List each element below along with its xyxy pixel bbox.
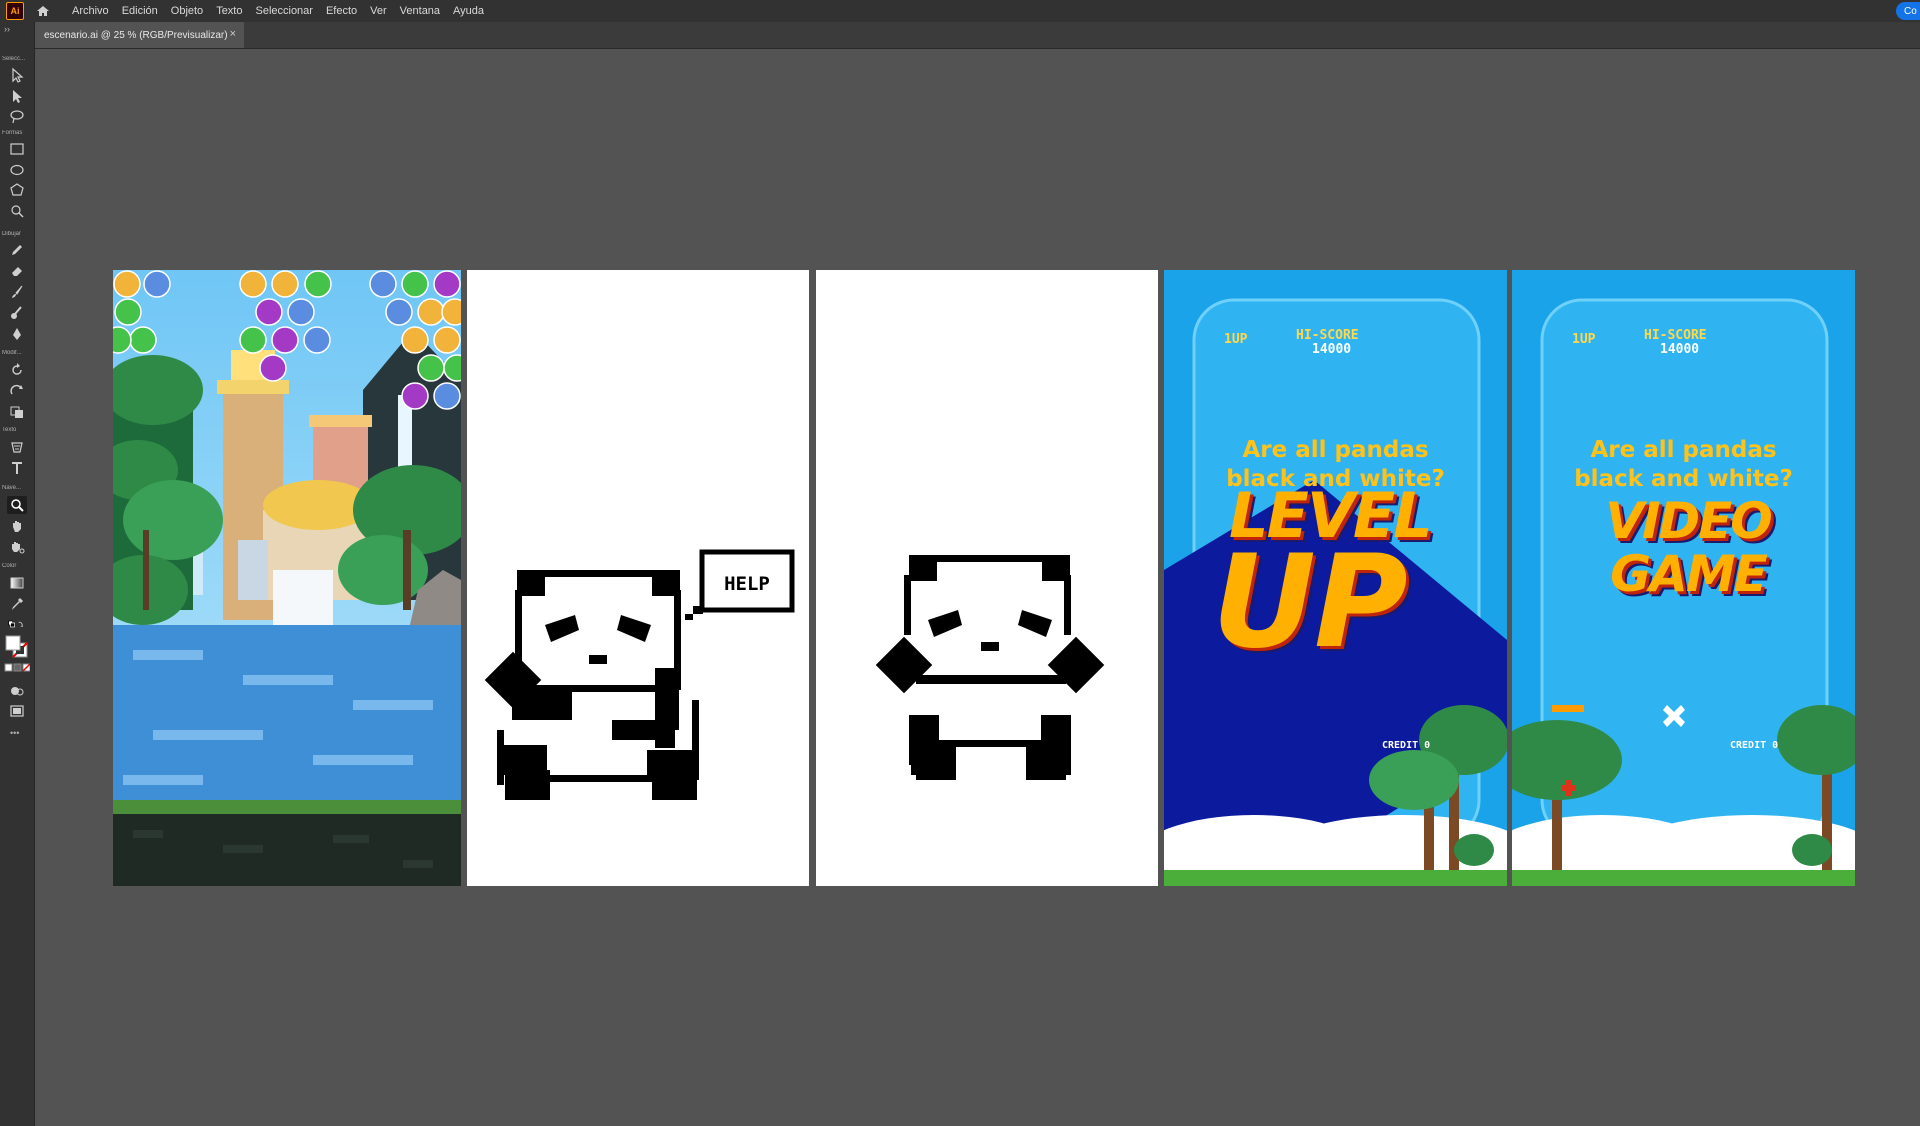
menu-edicion[interactable]: Edición [122,5,158,17]
player-label: 1UP [1572,332,1596,347]
rotate-view-tool-icon[interactable] [7,538,27,556]
ellipse-tool-icon[interactable] [7,161,27,179]
question-line-1: Are all pandas [1242,437,1429,463]
video-title: VIDEO [1605,492,1772,550]
polygon-tool-icon[interactable] [7,181,27,199]
section-label-modify: Modif... [2,350,22,356]
section-label-type: Texto [2,427,17,433]
question-line-1: Are all pandas [1590,437,1777,463]
lasso-tool-icon[interactable] [7,108,27,126]
close-icon[interactable]: × [230,28,236,40]
artboard-level-up[interactable]: 1UP HI-SCORE 14000 Are all pandas black … [1164,270,1507,886]
artboard-temple-scene[interactable] [113,270,461,886]
artboard-panda[interactable] [816,270,1158,886]
eraser-tool-icon[interactable] [7,262,27,280]
home-icon[interactable] [32,2,54,20]
shape-builder-tool-icon[interactable] [7,403,27,421]
color-mode-icons[interactable] [4,662,30,674]
panda-help-illustration: HELP [484,549,795,800]
hiscore-value: 14000 [1660,342,1700,357]
reflect-tool-icon[interactable] [7,382,27,400]
artboard-panda-help[interactable]: HELP [467,270,809,886]
document-tab-bar: escenario.ai @ 25 % (RGB/Previsualizar) … [34,22,1920,49]
pencil-tool-icon[interactable] [7,241,27,259]
menu-archivo[interactable]: Archivo [72,5,109,17]
gradient-tool-icon[interactable] [7,574,27,592]
section-label-navigate: Nave... [2,485,22,491]
panda-illustration [875,555,1105,780]
tools-panel: ›› Selecc... Formas Dibujar Modif... Tex… [0,22,35,1126]
menu-ayuda[interactable]: Ayuda [453,5,484,17]
artboard-video-game[interactable]: 1UP HI-SCORE 14000 Are all pandas black … [1512,270,1855,886]
menu-seleccionar[interactable]: Seleccionar [255,5,312,17]
selection-tool-icon[interactable] [7,66,27,84]
rotate-tool-icon[interactable] [7,361,27,379]
type-tool-icon[interactable] [7,459,27,477]
screen-mode-icon[interactable] [7,702,27,720]
eyedropper-tool-icon[interactable] [7,595,27,613]
credit-text: CREDIT 0 [1382,740,1431,751]
direct-selection-tool-icon[interactable] [7,87,27,105]
share-button[interactable]: Co [1896,2,1920,20]
temple-scene-illustration [113,270,461,886]
player-label: 1UP [1224,332,1248,347]
more-tools-icon[interactable]: ••• [10,728,40,738]
menu-objeto[interactable]: Objeto [171,5,203,17]
collapse-panel-icon[interactable]: ›› [4,24,10,34]
paintbrush-tool-icon[interactable] [7,283,27,301]
default-colors-icon[interactable] [4,618,28,632]
help-bubble-text: HELP [724,573,770,595]
menu-texto[interactable]: Texto [216,5,242,17]
pen-tool-icon[interactable] [7,325,27,343]
menu-ver[interactable]: Ver [370,5,387,17]
document-tab-title: escenario.ai @ 25 % (RGB/Previsualizar) [44,29,228,41]
document-tab[interactable]: escenario.ai @ 25 % (RGB/Previsualizar) … [34,22,244,48]
menu-efecto[interactable]: Efecto [326,5,357,17]
section-label-draw: Dibujar [2,231,22,237]
up-title: UP [1212,528,1408,677]
menu-bar: Ai Archivo Edición Objeto Texto Seleccio… [0,0,1920,22]
section-label-shapes: Formas [2,130,23,136]
draw-mode-icon[interactable] [7,682,27,700]
hand-tool-icon[interactable] [7,517,27,535]
rectangle-tool-icon[interactable] [7,140,27,158]
game-title: GAME [1610,545,1768,603]
section-label-color: Color [2,563,17,569]
hiscore-value: 14000 [1312,342,1352,357]
hiscore-label: HI-SCORE [1296,328,1359,343]
symbol-sprayer-tool-icon[interactable] [7,438,27,456]
fill-stroke-swatch[interactable] [4,634,30,660]
credit-text: CREDIT 0 [1730,740,1779,751]
question-text: Are all pandas black and white? [1512,436,1855,494]
illustrator-logo: Ai [6,2,24,20]
shaper-tool-icon[interactable] [7,202,27,220]
section-label-select: Selecc... [2,56,26,62]
menu-ventana[interactable]: Ventana [400,5,440,17]
zoom-tool-icon[interactable] [7,496,27,514]
hiscore-label: HI-SCORE [1644,328,1707,343]
blob-brush-tool-icon[interactable] [7,304,27,322]
question-line-2: black and white? [1574,466,1793,492]
